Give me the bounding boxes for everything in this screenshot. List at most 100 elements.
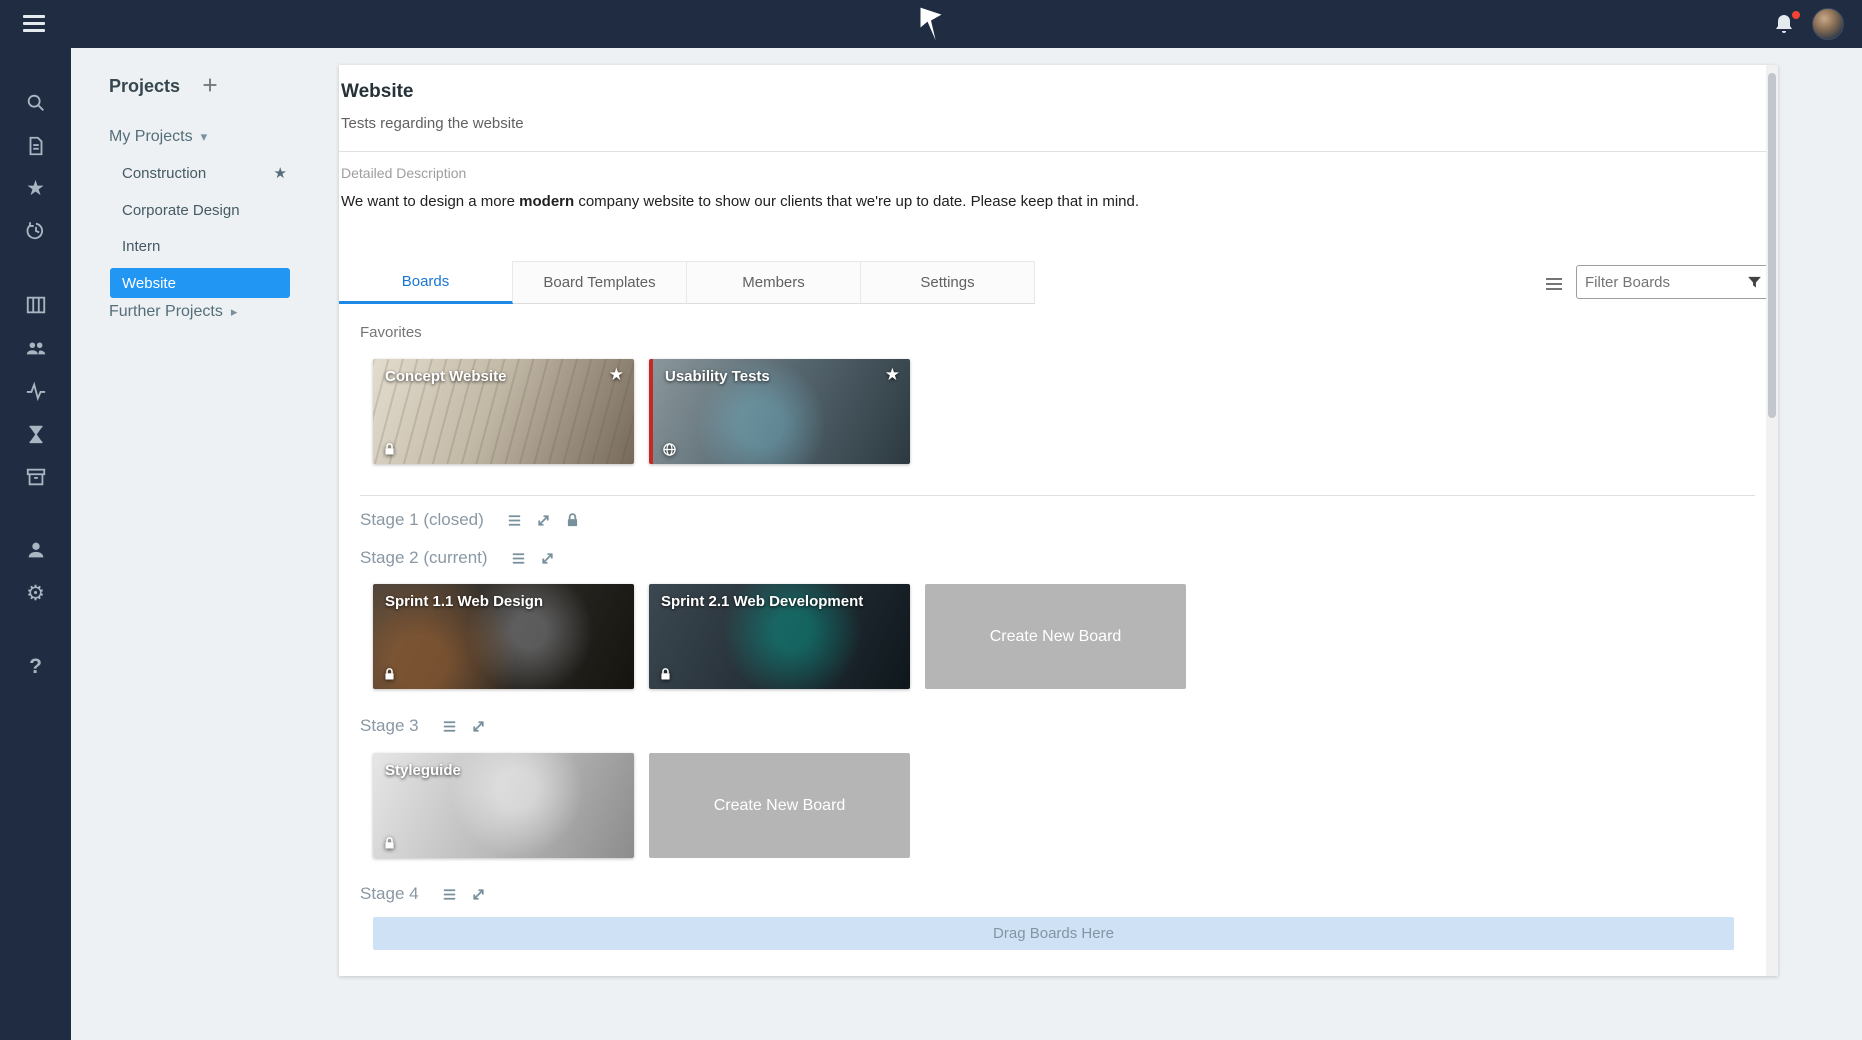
- project-item-label: Website: [122, 275, 176, 292]
- stage-title: Stage 3: [360, 716, 419, 736]
- tab-label: Members: [742, 274, 805, 291]
- sidebar-item-construction[interactable]: Construction ★: [122, 155, 287, 191]
- gear-glyph: ⚙: [26, 583, 45, 604]
- list-icon[interactable]: [441, 718, 458, 735]
- hourglass-icon[interactable]: [0, 417, 71, 451]
- favorite-star-icon[interactable]: ★: [609, 365, 624, 385]
- sidebar-item-website-selected[interactable]: Website: [110, 268, 290, 298]
- stage-title: Stage 4: [360, 884, 419, 904]
- history-icon[interactable]: [0, 214, 71, 248]
- board-icon[interactable]: [0, 288, 71, 322]
- app-screen: ★ ⚙ ? Projects: [0, 0, 1862, 1040]
- description-text: company website to show our clients that…: [574, 193, 1139, 210]
- project-item-label: Intern: [122, 238, 160, 255]
- lock-icon: [382, 836, 397, 851]
- archive-icon[interactable]: [0, 460, 71, 494]
- star-glyph: ★: [26, 178, 45, 199]
- top-bar: [0, 0, 1862, 48]
- star-icon[interactable]: ★: [0, 171, 71, 205]
- activity-icon[interactable]: [0, 374, 71, 408]
- list-icon[interactable]: [441, 886, 458, 903]
- create-new-board-button[interactable]: Create New Board: [925, 584, 1186, 689]
- tab-label: Settings: [920, 274, 974, 291]
- board-title: Usability Tests: [665, 368, 770, 385]
- project-item-label: Construction: [122, 165, 206, 182]
- hamburger-menu-icon[interactable]: [23, 15, 47, 33]
- user-avatar[interactable]: [1812, 8, 1844, 40]
- list-icon[interactable]: [510, 550, 527, 567]
- description-label: Detailed Description: [341, 165, 466, 181]
- expand-icon[interactable]: [470, 886, 487, 903]
- notification-badge: [1790, 9, 1802, 21]
- notification-bell-icon[interactable]: [1772, 12, 1798, 38]
- sidebar-item-corporate-design[interactable]: Corporate Design: [122, 192, 287, 228]
- help-glyph: ?: [29, 656, 42, 677]
- project-detail-card: Website Tests regarding the website Deta…: [339, 65, 1778, 976]
- stage-title: Stage 1 (closed): [360, 510, 484, 530]
- projects-panel-title: Projects: [109, 76, 180, 97]
- tab-label: Boards: [402, 273, 450, 290]
- board-card-styleguide[interactable]: Styleguide: [373, 753, 634, 858]
- project-description: We want to design a more modern company …: [341, 193, 1139, 210]
- drop-zone-label: Drag Boards Here: [993, 925, 1114, 942]
- stage-1-header: Stage 1 (closed): [360, 510, 581, 530]
- board-card-usability-tests[interactable]: Usability Tests ★: [649, 359, 910, 464]
- tab-board-templates[interactable]: Board Templates: [513, 261, 687, 304]
- document-icon[interactable]: [0, 129, 71, 163]
- create-new-board-label: Create New Board: [990, 628, 1122, 646]
- lock-icon: [382, 442, 397, 457]
- board-title: Sprint 2.1 Web Development: [661, 593, 863, 610]
- list-view-icon[interactable]: [1542, 272, 1566, 296]
- lock-icon: [658, 667, 673, 682]
- chevron-down-icon: ▾: [201, 129, 208, 145]
- stage-3-header: Stage 3: [360, 716, 487, 736]
- tab-settings[interactable]: Settings: [861, 261, 1035, 304]
- sidebar-item-intern[interactable]: Intern: [122, 228, 287, 264]
- favorites-section-title: Favorites: [360, 324, 422, 341]
- divider: [360, 495, 1755, 496]
- description-bold: modern: [519, 193, 574, 210]
- team-icon[interactable]: [0, 331, 71, 365]
- favorite-star-icon[interactable]: ★: [274, 164, 287, 182]
- scrollbar-track[interactable]: [1766, 65, 1778, 976]
- create-new-board-button[interactable]: Create New Board: [649, 753, 910, 858]
- project-item-label: Corporate Design: [122, 202, 240, 219]
- stage-title: Stage 2 (current): [360, 548, 488, 568]
- funnel-icon[interactable]: [1746, 274, 1763, 291]
- projects-panel: Projects My Projects ▾ Construction ★ Co…: [71, 48, 341, 1040]
- tab-label: Board Templates: [543, 274, 655, 291]
- expand-icon[interactable]: [470, 718, 487, 735]
- chevron-right-icon: ▸: [231, 304, 238, 320]
- board-card-sprint-2-1[interactable]: Sprint 2.1 Web Development: [649, 584, 910, 689]
- tab-boards[interactable]: Boards: [339, 261, 513, 304]
- help-icon[interactable]: ?: [0, 649, 71, 683]
- tab-bar: Boards Board Templates Members Settings: [339, 261, 1035, 304]
- expand-icon[interactable]: [535, 512, 552, 529]
- lock-icon[interactable]: [564, 512, 581, 529]
- further-projects-group[interactable]: Further Projects ▸: [109, 303, 237, 321]
- app-logo-icon: [917, 6, 945, 42]
- board-title: Styleguide: [385, 762, 461, 779]
- filter-boards-input[interactable]: [1585, 274, 1746, 291]
- globe-icon: [662, 442, 677, 457]
- board-title: Sprint 1.1 Web Design: [385, 593, 543, 610]
- settings-icon[interactable]: ⚙: [0, 576, 71, 610]
- create-new-board-label: Create New Board: [714, 797, 846, 815]
- page-title: Website: [341, 81, 414, 103]
- my-projects-group[interactable]: My Projects ▾: [109, 128, 207, 146]
- search-icon[interactable]: [0, 86, 71, 120]
- scrollbar-thumb[interactable]: [1768, 73, 1776, 418]
- my-projects-label: My Projects: [109, 128, 193, 146]
- lock-icon: [382, 667, 397, 682]
- tab-members[interactable]: Members: [687, 261, 861, 304]
- drag-boards-drop-zone[interactable]: Drag Boards Here: [373, 917, 1734, 950]
- favorite-star-icon[interactable]: ★: [885, 365, 900, 385]
- board-card-concept-website[interactable]: Concept Website ★: [373, 359, 634, 464]
- board-card-sprint-1-1[interactable]: Sprint 1.1 Web Design: [373, 584, 634, 689]
- expand-icon[interactable]: [539, 550, 556, 567]
- add-project-button[interactable]: [197, 72, 223, 98]
- stage-2-header: Stage 2 (current): [360, 548, 556, 568]
- profile-icon[interactable]: [0, 533, 71, 567]
- board-title: Concept Website: [385, 368, 506, 385]
- list-icon[interactable]: [506, 512, 523, 529]
